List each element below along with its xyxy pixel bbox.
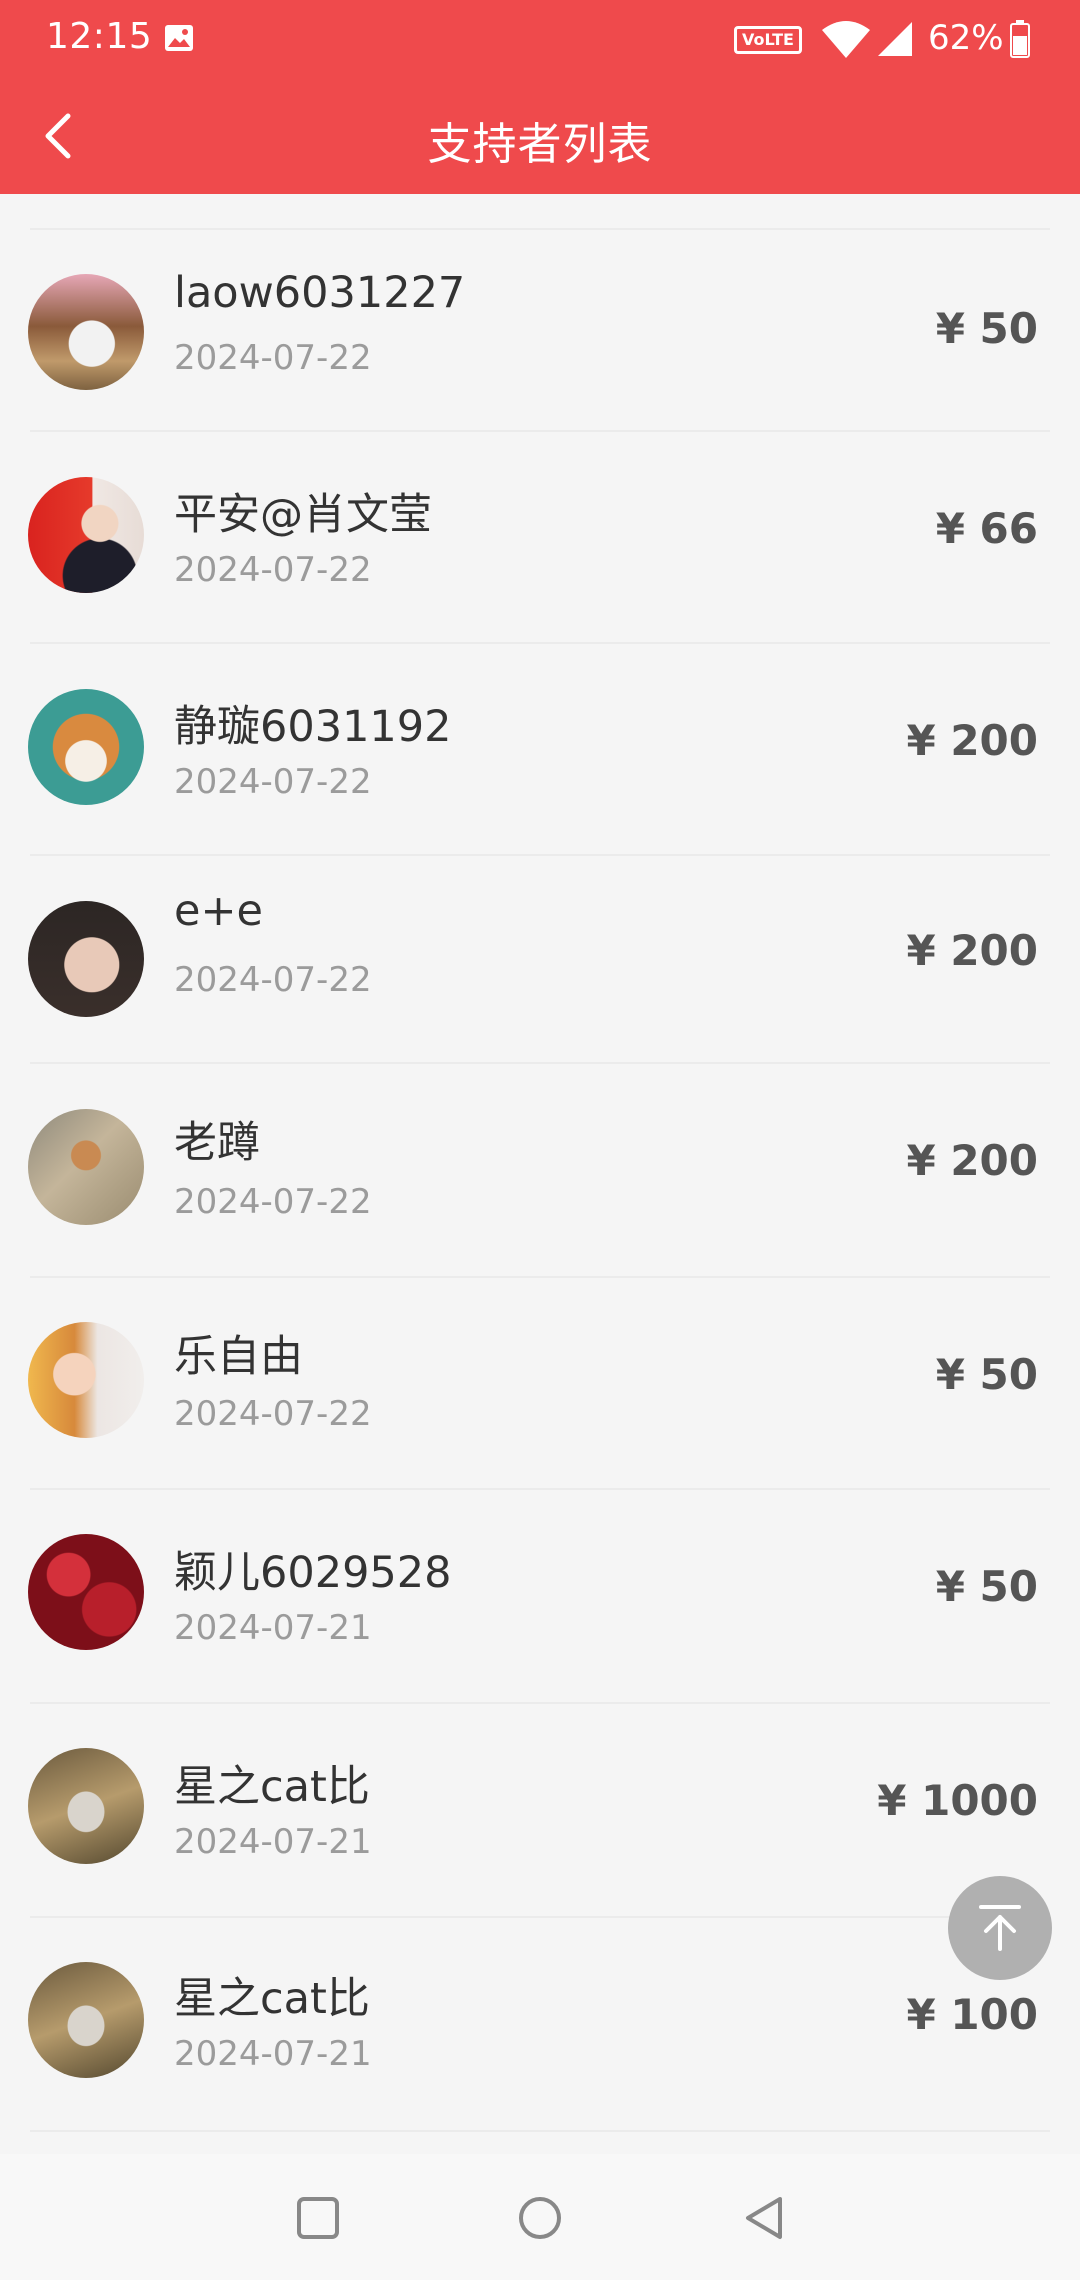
- supporter-name: 静璇6031192: [174, 702, 452, 752]
- supporter-name: 星之cat比: [174, 1762, 370, 1812]
- list-item[interactable]: 乐自由 2024-07-22 ¥ 50: [0, 1278, 1080, 1488]
- list-item[interactable]: 星之cat比 2024-07-21 ¥ 100: [0, 1918, 1080, 2128]
- support-amount: ¥ 50: [935, 304, 1038, 353]
- system-nav-bar: [0, 2154, 1080, 2280]
- back-to-top-button[interactable]: [948, 1876, 1052, 1980]
- support-amount: ¥ 100: [906, 1990, 1038, 2039]
- supporter-name: 星之cat比: [174, 1974, 370, 2024]
- status-time: 12:15: [46, 16, 153, 57]
- list-item[interactable]: 星之cat比 2024-07-21 ¥ 1000: [0, 1704, 1080, 1914]
- supporter-name: 平安@肖文莹: [174, 490, 432, 540]
- supporter-name: 颖儿6029528: [174, 1548, 452, 1598]
- user-avatar[interactable]: [28, 1322, 144, 1438]
- support-date: 2024-07-22: [174, 338, 372, 378]
- nav-header: 支持者列表: [0, 80, 1080, 194]
- supporter-name: 老蹲: [174, 1118, 260, 1168]
- user-avatar[interactable]: [28, 901, 144, 1017]
- supporter-name: 乐自由: [174, 1332, 303, 1382]
- support-date: 2024-07-22: [174, 550, 372, 590]
- app-header-bar: 12:15 VoLTE 62% 支持者列表: [0, 0, 1080, 194]
- page-title: 支持者列表: [427, 119, 653, 170]
- support-amount: ¥ 1000: [877, 1776, 1038, 1825]
- list-item[interactable]: e+e 2024-07-22 ¥ 200: [0, 856, 1080, 1066]
- back-nav-button[interactable]: [736, 2190, 792, 2246]
- user-avatar[interactable]: [28, 1109, 144, 1225]
- support-date: 2024-07-22: [174, 1394, 372, 1434]
- support-amount: ¥ 50: [935, 1562, 1038, 1611]
- support-amount: ¥ 66: [935, 504, 1038, 553]
- list-divider: [30, 2130, 1050, 2132]
- arrow-up-icon: [979, 1905, 1021, 1951]
- list-item[interactable]: 平安@肖文莹 2024-07-22 ¥ 66: [0, 432, 1080, 642]
- list-item[interactable]: 静璇6031192 2024-07-22 ¥ 200: [0, 644, 1080, 854]
- support-date: 2024-07-21: [174, 1608, 372, 1648]
- support-date: 2024-07-22: [174, 762, 372, 802]
- user-avatar[interactable]: [28, 1748, 144, 1864]
- volte-badge: VoLTE: [734, 26, 802, 54]
- support-amount: ¥ 200: [906, 926, 1038, 975]
- supporter-list[interactable]: laow6031227 2024-07-22 ¥ 50 平安@肖文莹 2024-…: [0, 194, 1080, 2154]
- battery-percent: 62%: [928, 18, 1004, 58]
- support-date: 2024-07-22: [174, 1182, 372, 1222]
- support-amount: ¥ 200: [906, 1136, 1038, 1185]
- signal-icon: [876, 20, 914, 58]
- gallery-icon: [164, 24, 194, 52]
- user-avatar[interactable]: [28, 477, 144, 593]
- supporter-name: laow6031227: [174, 268, 466, 318]
- support-date: 2024-07-22: [174, 960, 372, 1000]
- support-amount: ¥ 200: [906, 716, 1038, 765]
- supporters-page: 12:15 VoLTE 62% 支持者列表 laow6031227 2024-0…: [0, 0, 1080, 2280]
- square-icon: [297, 2197, 339, 2239]
- list-item[interactable]: 颖儿6029528 2024-07-21 ¥ 50: [0, 1490, 1080, 1700]
- status-bar: 12:15 VoLTE 62%: [0, 0, 1080, 80]
- support-date: 2024-07-21: [174, 2034, 372, 2074]
- user-avatar[interactable]: [28, 689, 144, 805]
- list-item[interactable]: 老蹲 2024-07-22 ¥ 200: [0, 1064, 1080, 1274]
- user-avatar[interactable]: [28, 274, 144, 390]
- user-avatar[interactable]: [28, 1534, 144, 1650]
- user-avatar[interactable]: [28, 1962, 144, 2078]
- recents-button[interactable]: [290, 2190, 346, 2246]
- home-button[interactable]: [512, 2190, 568, 2246]
- battery-icon: [1010, 20, 1030, 58]
- triangle-back-icon: [746, 2197, 782, 2239]
- list-item[interactable]: laow6031227 2024-07-22 ¥ 50: [0, 230, 1080, 440]
- supporter-name: e+e: [174, 886, 263, 936]
- support-date: 2024-07-21: [174, 1822, 372, 1862]
- support-amount: ¥ 50: [935, 1350, 1038, 1399]
- wifi-icon: [820, 20, 872, 60]
- circle-icon: [519, 2197, 561, 2239]
